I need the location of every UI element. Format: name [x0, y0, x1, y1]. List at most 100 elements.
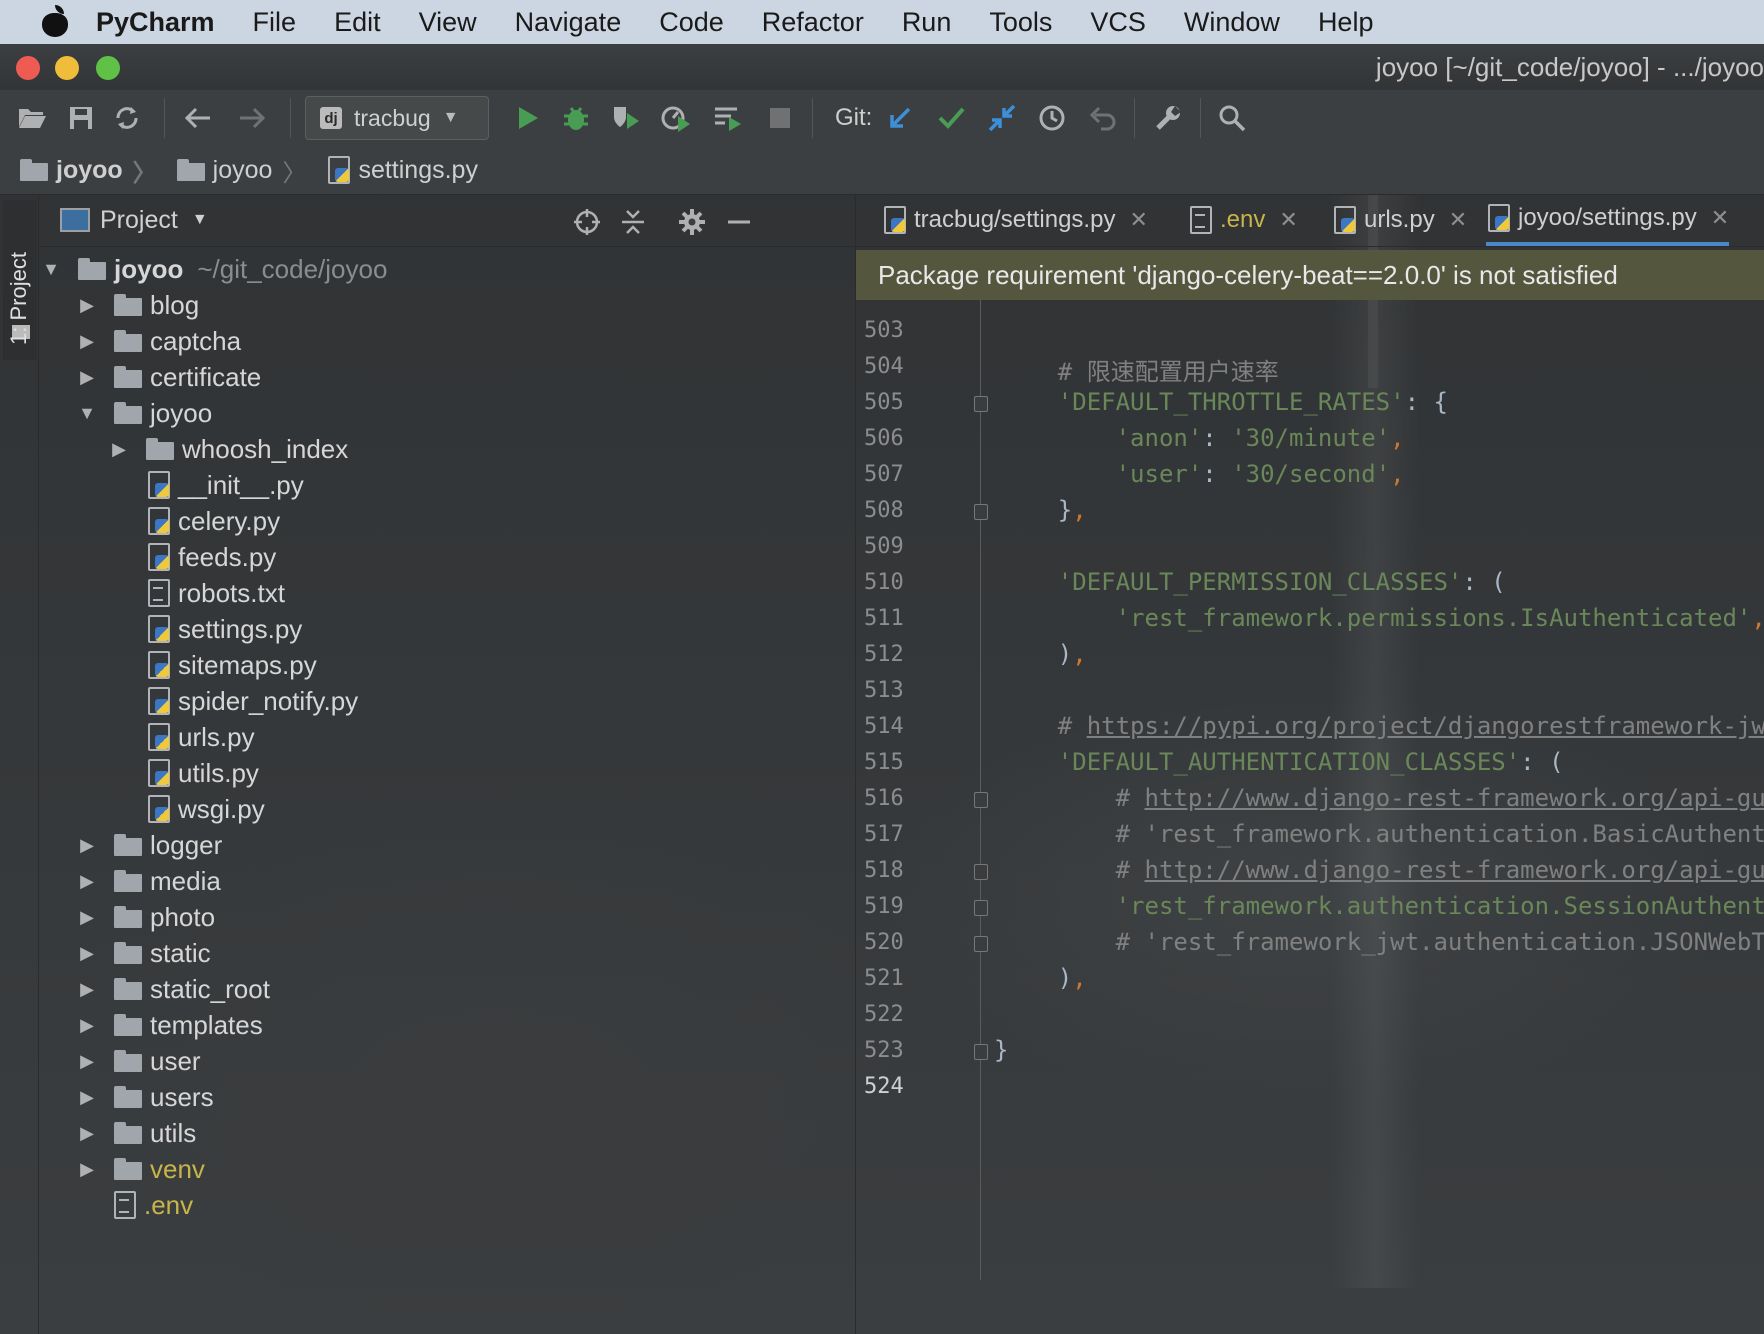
menu-vcs[interactable]: VCS	[1090, 7, 1146, 38]
tree-item-media[interactable]: ▶ media	[76, 862, 221, 900]
tree-item-venv[interactable]: ▶ venv	[76, 1150, 205, 1188]
tree-item-captcha[interactable]: ▶ captcha	[76, 322, 241, 360]
collapsed-arrow-icon[interactable]: ▶	[76, 943, 98, 964]
back-icon[interactable]	[182, 102, 214, 134]
revert-icon[interactable]	[1087, 102, 1119, 134]
breadcrumb-item-root[interactable]: joyoo 〉	[20, 153, 157, 188]
tree-item-init-py[interactable]: __init__.py	[146, 466, 304, 504]
collapsed-arrow-icon[interactable]: ▶	[76, 907, 98, 928]
stop-icon[interactable]	[764, 102, 796, 134]
expanded-arrow-icon[interactable]: ▼	[76, 403, 98, 424]
tree-item-settings-py[interactable]: settings.py	[146, 610, 302, 648]
fold-marker-icon[interactable]	[974, 504, 988, 520]
menu-code[interactable]: Code	[659, 7, 724, 38]
menu-navigate[interactable]: Navigate	[515, 7, 622, 38]
tab-urls[interactable]: urls.py ✕	[1332, 194, 1467, 246]
git-update-icon[interactable]	[884, 102, 916, 134]
fold-marker-icon[interactable]	[974, 900, 988, 916]
collapsed-arrow-icon[interactable]: ▶	[76, 295, 98, 316]
fold-marker-icon[interactable]	[974, 1044, 988, 1060]
menu-help[interactable]: Help	[1318, 7, 1374, 38]
tab-joyoo-settings[interactable]: joyoo/settings.py ✕	[1486, 194, 1730, 246]
collapsed-arrow-icon[interactable]: ▶	[76, 1087, 98, 1108]
hide-panel-icon[interactable]	[726, 208, 752, 243]
sync-icon[interactable]	[111, 102, 143, 134]
concurrency-icon[interactable]	[712, 102, 744, 134]
coverage-icon[interactable]	[610, 102, 642, 134]
tree-item-utils[interactable]: ▶ utils	[76, 1114, 196, 1152]
collapsed-arrow-icon[interactable]: ▶	[76, 835, 98, 856]
menu-view[interactable]: View	[419, 7, 477, 38]
tree-item-static-root[interactable]: ▶ static_root	[76, 970, 270, 1008]
collapsed-arrow-icon[interactable]: ▶	[76, 1051, 98, 1072]
tree-item-spider-notify-py[interactable]: spider_notify.py	[146, 682, 358, 720]
breadcrumb-item-file[interactable]: settings.py	[326, 156, 478, 185]
tree-item-sitemaps-py[interactable]: sitemaps.py	[146, 646, 317, 684]
menu-refactor[interactable]: Refactor	[762, 7, 864, 38]
open-folder-icon[interactable]	[16, 102, 48, 134]
locate-file-icon[interactable]	[573, 208, 601, 243]
collapsed-arrow-icon[interactable]: ▶	[76, 1123, 98, 1144]
tree-item-photo[interactable]: ▶ photo	[76, 898, 215, 936]
tree-item-joyoo[interactable]: ▼ joyoo	[76, 394, 212, 432]
collapsed-arrow-icon[interactable]: ▶	[76, 979, 98, 1000]
run-icon[interactable]	[512, 102, 544, 134]
tab-tracbug-settings[interactable]: tracbug/settings.py ✕	[882, 194, 1148, 246]
tree-item-users[interactable]: ▶ users	[76, 1078, 214, 1116]
expanded-arrow-icon[interactable]: ▼	[40, 259, 62, 280]
tab-env[interactable]: .env ✕	[1188, 194, 1298, 246]
collapsed-arrow-icon[interactable]: ▶	[76, 1159, 98, 1180]
fold-marker-icon[interactable]	[974, 396, 988, 412]
tree-item-utils-py[interactable]: utils.py	[146, 754, 259, 792]
tree-item-user[interactable]: ▶ user	[76, 1042, 201, 1080]
tree-item-static[interactable]: ▶ static	[76, 934, 211, 972]
project-view-selector[interactable]: Project	[100, 206, 178, 235]
menu-window[interactable]: Window	[1184, 7, 1280, 38]
tree-item-certificate[interactable]: ▶ certificate	[76, 358, 261, 396]
tree-root-joyoo[interactable]: ▼ joyoo ~/git_code/joyoo	[40, 250, 387, 288]
debug-icon[interactable]	[560, 102, 592, 134]
chevron-down-icon[interactable]: ▼	[192, 211, 208, 229]
save-icon[interactable]	[65, 102, 97, 134]
run-configuration-dropdown[interactable]: dj tracbug ▼	[305, 96, 489, 140]
gear-icon[interactable]	[678, 208, 706, 243]
menu-edit[interactable]: Edit	[334, 7, 381, 38]
fold-marker-icon[interactable]	[974, 936, 988, 952]
tree-item-urls-py[interactable]: urls.py	[146, 718, 255, 756]
tree-item-robots-txt[interactable]: robots.txt	[146, 574, 285, 612]
close-icon[interactable]: ✕	[1129, 207, 1147, 233]
tree-item-feeds-py[interactable]: feeds.py	[146, 538, 276, 576]
fold-marker-icon[interactable]	[974, 792, 988, 808]
search-icon[interactable]	[1216, 102, 1248, 134]
history-icon[interactable]	[1036, 102, 1068, 134]
close-window-button[interactable]	[16, 56, 40, 80]
tree-item-logger[interactable]: ▶ logger	[76, 826, 222, 864]
menu-file[interactable]: File	[253, 7, 297, 38]
close-icon[interactable]: ✕	[1279, 207, 1297, 233]
close-icon[interactable]: ✕	[1449, 207, 1467, 233]
menu-tools[interactable]: Tools	[989, 7, 1052, 38]
tree-item-env[interactable]: .env	[112, 1186, 193, 1224]
git-compare-icon[interactable]	[986, 102, 1018, 134]
fold-marker-icon[interactable]	[974, 864, 988, 880]
tree-item-templates[interactable]: ▶ templates	[76, 1006, 263, 1044]
collapsed-arrow-icon[interactable]: ▶	[76, 1015, 98, 1036]
profile-icon[interactable]	[660, 102, 692, 134]
close-icon[interactable]: ✕	[1711, 205, 1729, 231]
forward-icon[interactable]	[236, 102, 268, 134]
collapsed-arrow-icon[interactable]: ▶	[108, 439, 130, 460]
tree-item-wsgi-py[interactable]: wsgi.py	[146, 790, 265, 828]
apple-icon[interactable]	[42, 5, 68, 37]
tree-item-celery-py[interactable]: celery.py	[146, 502, 280, 540]
collapsed-arrow-icon[interactable]: ▶	[76, 871, 98, 892]
breadcrumb-item-package[interactable]: joyoo 〉	[176, 153, 306, 188]
tree-item-blog[interactable]: ▶ blog	[76, 286, 199, 324]
collapsed-arrow-icon[interactable]: ▶	[76, 367, 98, 388]
collapse-all-icon[interactable]	[620, 208, 646, 243]
zoom-window-button[interactable]	[96, 56, 120, 80]
collapsed-arrow-icon[interactable]: ▶	[76, 331, 98, 352]
wrench-icon[interactable]	[1152, 102, 1184, 134]
minimize-window-button[interactable]	[55, 56, 79, 80]
tree-item-whoosh-index[interactable]: ▶ whoosh_index	[108, 430, 348, 468]
menu-run[interactable]: Run	[902, 7, 952, 38]
